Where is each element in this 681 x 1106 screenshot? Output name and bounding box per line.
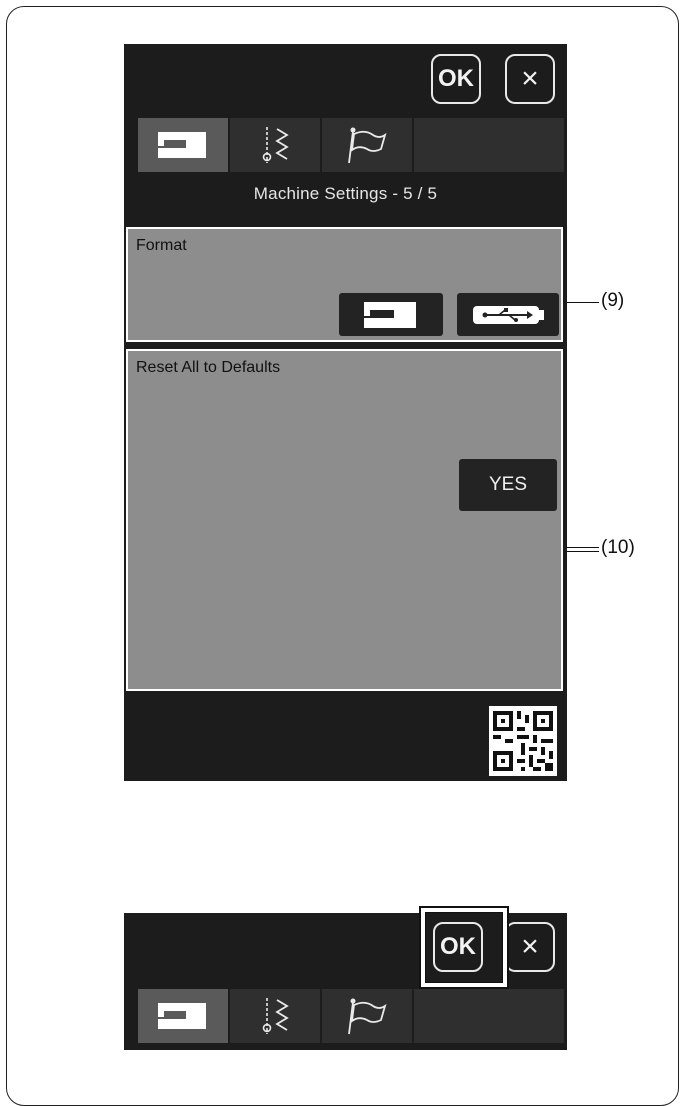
reset-label: Reset All to Defaults [136, 359, 281, 376]
close-button[interactable]: × [505, 54, 555, 104]
callout-line-reset [567, 547, 599, 552]
yes-button[interactable]: YES [459, 459, 557, 511]
page-title: Machine Settings - 5 / 5 [253, 184, 438, 203]
tab-stitch-settings[interactable] [230, 118, 322, 172]
tab-empty [414, 989, 564, 1043]
top-bar: OK × [124, 44, 567, 114]
callout-reset: (10) [601, 537, 635, 558]
tab-language[interactable] [322, 989, 414, 1043]
callout-format: (9) [601, 290, 625, 311]
settings-screen: OK × Machine Settings - 5 / 5 Format Res… [124, 44, 567, 781]
callout-line-format [567, 302, 599, 303]
format-machine-button[interactable] [339, 293, 443, 336]
sewing-machine-icon [364, 301, 416, 328]
stitch-icon [262, 127, 289, 163]
format-panel: Format [124, 225, 565, 344]
tab-machine-settings[interactable] [138, 989, 230, 1043]
format-label: Format [136, 237, 187, 254]
stitch-icon [262, 998, 289, 1034]
qr-code-icon [489, 707, 557, 775]
ok-button-highlighted[interactable]: OK [433, 922, 483, 972]
flag-icon [348, 998, 387, 1035]
usb-drive-icon [473, 305, 544, 324]
tab-bar [138, 989, 564, 1043]
tab-stitch-settings[interactable] [230, 989, 322, 1043]
sewing-machine-icon [158, 1003, 206, 1029]
tab-machine-settings[interactable] [138, 118, 230, 172]
ok-button[interactable]: OK [431, 54, 481, 104]
flag-icon [348, 127, 387, 164]
qr-code [489, 706, 557, 776]
tab-bar [138, 118, 564, 172]
sewing-machine-icon [158, 132, 206, 158]
tab-language[interactable] [322, 118, 414, 172]
format-usb-button[interactable] [457, 293, 559, 336]
close-button[interactable]: × [505, 922, 555, 972]
tab-empty [414, 118, 564, 172]
footer-bar [124, 698, 567, 781]
reset-panel: Reset All to Defaults YES [124, 347, 565, 693]
